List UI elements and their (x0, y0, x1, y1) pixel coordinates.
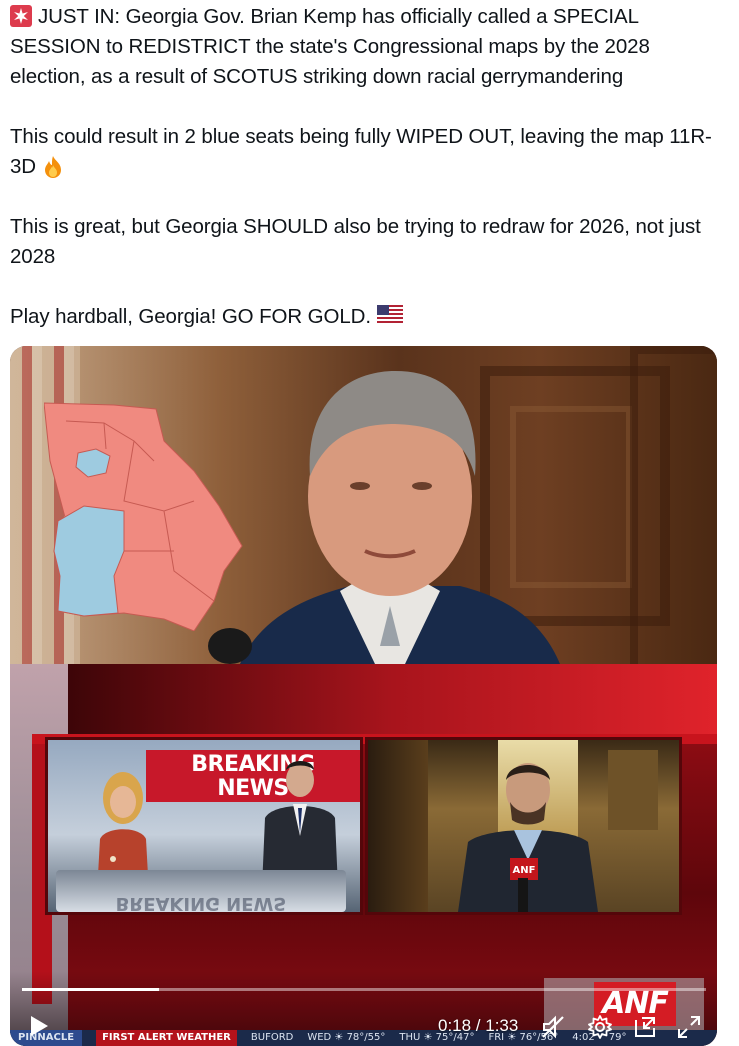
video-player[interactable]: BREAKING NEWS BREAKING NEWS ANF ANF PINN… (10, 346, 717, 1046)
tweet-paragraph-2: This could result in 2 blue seats being … (10, 122, 730, 182)
picture-in-picture-icon[interactable] (632, 1014, 658, 1040)
reporter-bg-door (608, 750, 658, 830)
reporter-bg-left (368, 740, 428, 912)
reporter-figure: ANF (458, 763, 598, 912)
video-time-display: 0:18 / 1:33 (438, 1016, 519, 1035)
gear-icon[interactable] (587, 1014, 613, 1040)
mute-icon[interactable] (540, 1014, 566, 1040)
governor-figure (208, 371, 560, 664)
progress-fill[interactable] (22, 988, 159, 991)
set-panel-dark (68, 664, 717, 734)
us-flag-icon (376, 305, 403, 327)
tweet-paragraph-4: Play hardball, Georgia! GO FOR GOLD. (10, 302, 730, 332)
mic-flag-logo: ANF (513, 865, 536, 876)
fire-icon (42, 155, 66, 178)
wood-panel-right (630, 346, 717, 680)
tweet-paragraph-3-text: This is great, but Georgia SHOULD also b… (10, 215, 701, 268)
tweet-paragraph-1-text: JUST IN: Georgia Gov. Brian Kemp has off… (10, 5, 650, 88)
tweet-paragraph-3: This is great, but Georgia SHOULD also b… (10, 212, 730, 272)
reporter-tile: ANF (368, 740, 679, 912)
play-icon[interactable] (28, 1014, 50, 1038)
rotating-light-icon (10, 5, 34, 27)
ticker-badge: FIRST ALERT WEATHER (96, 1030, 237, 1046)
tweet-text: JUST IN: Georgia Gov. Brian Kemp has off… (10, 2, 730, 332)
anchor-desk-reflection: BREAKING NEWS (56, 870, 346, 912)
georgia-district-map (44, 402, 243, 631)
tweet-paragraph-2-text: This could result in 2 blue seats being … (10, 125, 712, 178)
ticker-city: BUFORD (250, 1032, 294, 1043)
tweet-paragraph-1: JUST IN: Georgia Gov. Brian Kemp has off… (10, 2, 730, 92)
studio-anchors-tile: BREAKING NEWS BREAKING NEWS (48, 740, 360, 912)
fullscreen-icon[interactable] (676, 1014, 702, 1040)
ticker-day-1: WED ☀ 78°/55° (307, 1032, 386, 1043)
tweet-paragraph-4-text: Play hardball, Georgia! GO FOR GOLD. (10, 305, 371, 328)
governor-photo (10, 346, 717, 680)
